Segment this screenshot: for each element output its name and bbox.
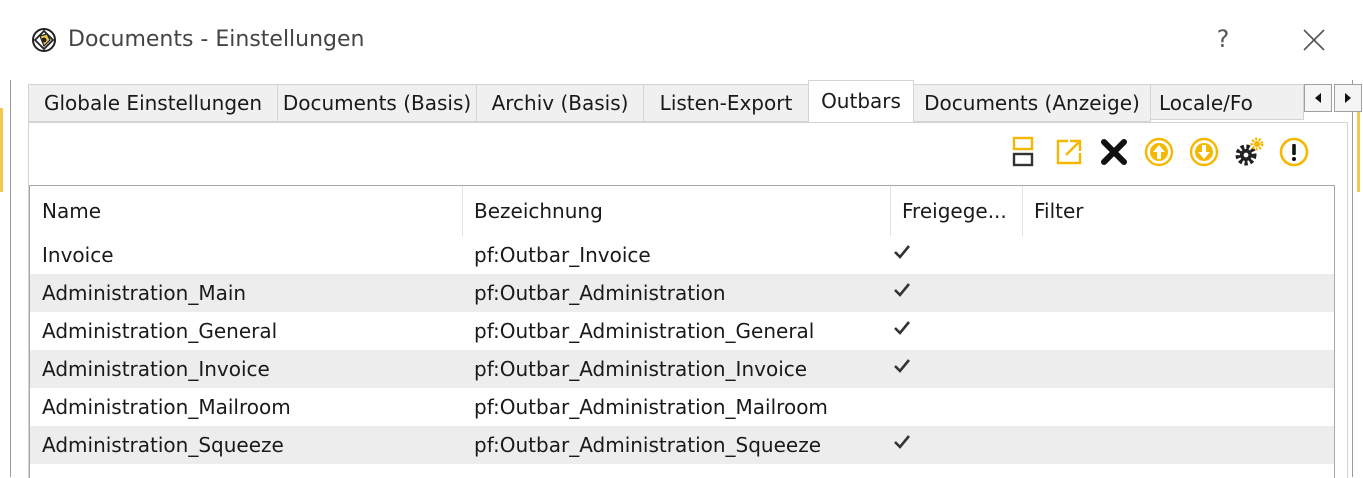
app-logo-icon	[30, 26, 60, 54]
cell-bezeichnung: pf:Outbar_Administration_Squeeze	[474, 433, 822, 457]
window-title: Documents - Einstellungen	[68, 27, 365, 52]
accent-strip-left	[0, 108, 3, 192]
outbars-toolbar	[1006, 134, 1312, 174]
cell-name: Administration_General	[42, 319, 278, 343]
tab-scroll-left-button[interactable]	[1304, 84, 1332, 112]
settings-tabs: Globale Einstellungen Documents (Basis) …	[28, 80, 1362, 124]
cell-name: Administration_Squeeze	[42, 433, 284, 457]
cell-bezeichnung: pf:Outbar_Administration	[474, 281, 726, 305]
cell-bezeichnung: pf:Outbar_Administration_Invoice	[474, 357, 808, 381]
tab-listen-export[interactable]: Listen-Export	[643, 84, 809, 122]
warning-icon	[1279, 137, 1309, 167]
checkmark-icon	[894, 283, 911, 297]
tab-scroll-arrows	[1304, 84, 1363, 112]
tab-globale-einstellungen[interactable]: Globale Einstellungen	[28, 84, 278, 122]
edit-icon	[1056, 139, 1082, 165]
help-button[interactable]: ?	[1208, 22, 1238, 56]
delete-icon	[1101, 139, 1127, 165]
checkmark-icon	[894, 245, 911, 259]
window-border-right	[1352, 80, 1353, 477]
cell-name: Administration_Mailroom	[42, 395, 291, 419]
tab-locale[interactable]: Locale/Fo	[1150, 84, 1304, 120]
table-row[interactable]: Administration_Mailroom pf:Outbar_Admini…	[30, 388, 1334, 426]
table-header: Name Bezeichnung Freigege... Filter	[30, 186, 1334, 236]
cell-name: Invoice	[42, 243, 114, 267]
cell-name: Administration_Invoice	[42, 357, 270, 381]
checkmark-icon	[894, 359, 911, 373]
table-row[interactable]: Invoice pf:Outbar_Invoice	[30, 236, 1334, 274]
table-row[interactable]: Administration_Main pf:Outbar_Administra…	[30, 274, 1334, 312]
move-down-button[interactable]	[1186, 134, 1222, 170]
cell-bezeichnung: pf:Outbar_Invoice	[474, 243, 651, 267]
close-button[interactable]	[1296, 22, 1332, 58]
tab-documents-anzeige[interactable]: Documents (Anzeige)	[913, 84, 1151, 122]
table-row[interactable]: Administration_Squeeze pf:Outbar_Adminis…	[30, 426, 1334, 464]
triangle-left-icon	[1315, 93, 1321, 103]
outbars-table: Name Bezeichnung Freigege... Filter Invo…	[29, 185, 1335, 478]
column-header-filter[interactable]: Filter	[1022, 186, 1222, 236]
close-icon	[1303, 29, 1325, 51]
title-bar: Documents - Einstellungen ?	[0, 0, 1363, 80]
settings-dialog: Documents - Einstellungen ? Globale Eins…	[0, 0, 1363, 478]
table-row[interactable]: Administration_Invoice pf:Outbar_Adminis…	[30, 350, 1334, 388]
tab-documents-basis[interactable]: Documents (Basis)	[277, 84, 477, 122]
checkmark-icon	[894, 435, 911, 449]
warning-button[interactable]	[1276, 134, 1312, 170]
cell-bezeichnung: pf:Outbar_Administration_Mailroom	[474, 395, 828, 419]
settings-icon	[1235, 137, 1264, 166]
column-header-name[interactable]: Name	[30, 186, 462, 236]
move-down-icon	[1189, 137, 1219, 167]
column-header-bezeichnung[interactable]: Bezeichnung	[462, 186, 890, 236]
tab-outbars[interactable]: Outbars	[808, 80, 914, 124]
checkmark-icon	[894, 321, 911, 335]
window-border-left	[10, 80, 11, 477]
accent-strip-right	[1357, 108, 1360, 192]
add-icon	[1012, 136, 1034, 167]
cell-bezeichnung: pf:Outbar_Administration_General	[474, 319, 815, 343]
column-header-freigegeben[interactable]: Freigege...	[890, 186, 1022, 236]
table-row[interactable]: Administration_General pf:Outbar_Adminis…	[30, 312, 1334, 350]
cell-name: Administration_Main	[42, 281, 247, 305]
add-button[interactable]	[1006, 134, 1042, 170]
triangle-right-icon	[1345, 93, 1351, 103]
tab-scroll-right-button[interactable]	[1334, 84, 1362, 112]
move-up-button[interactable]	[1141, 134, 1177, 170]
move-up-icon	[1144, 137, 1174, 167]
edit-button[interactable]	[1051, 134, 1087, 170]
delete-button[interactable]	[1096, 134, 1132, 170]
settings-button[interactable]	[1231, 134, 1267, 170]
tab-archiv-basis[interactable]: Archiv (Basis)	[476, 84, 644, 122]
